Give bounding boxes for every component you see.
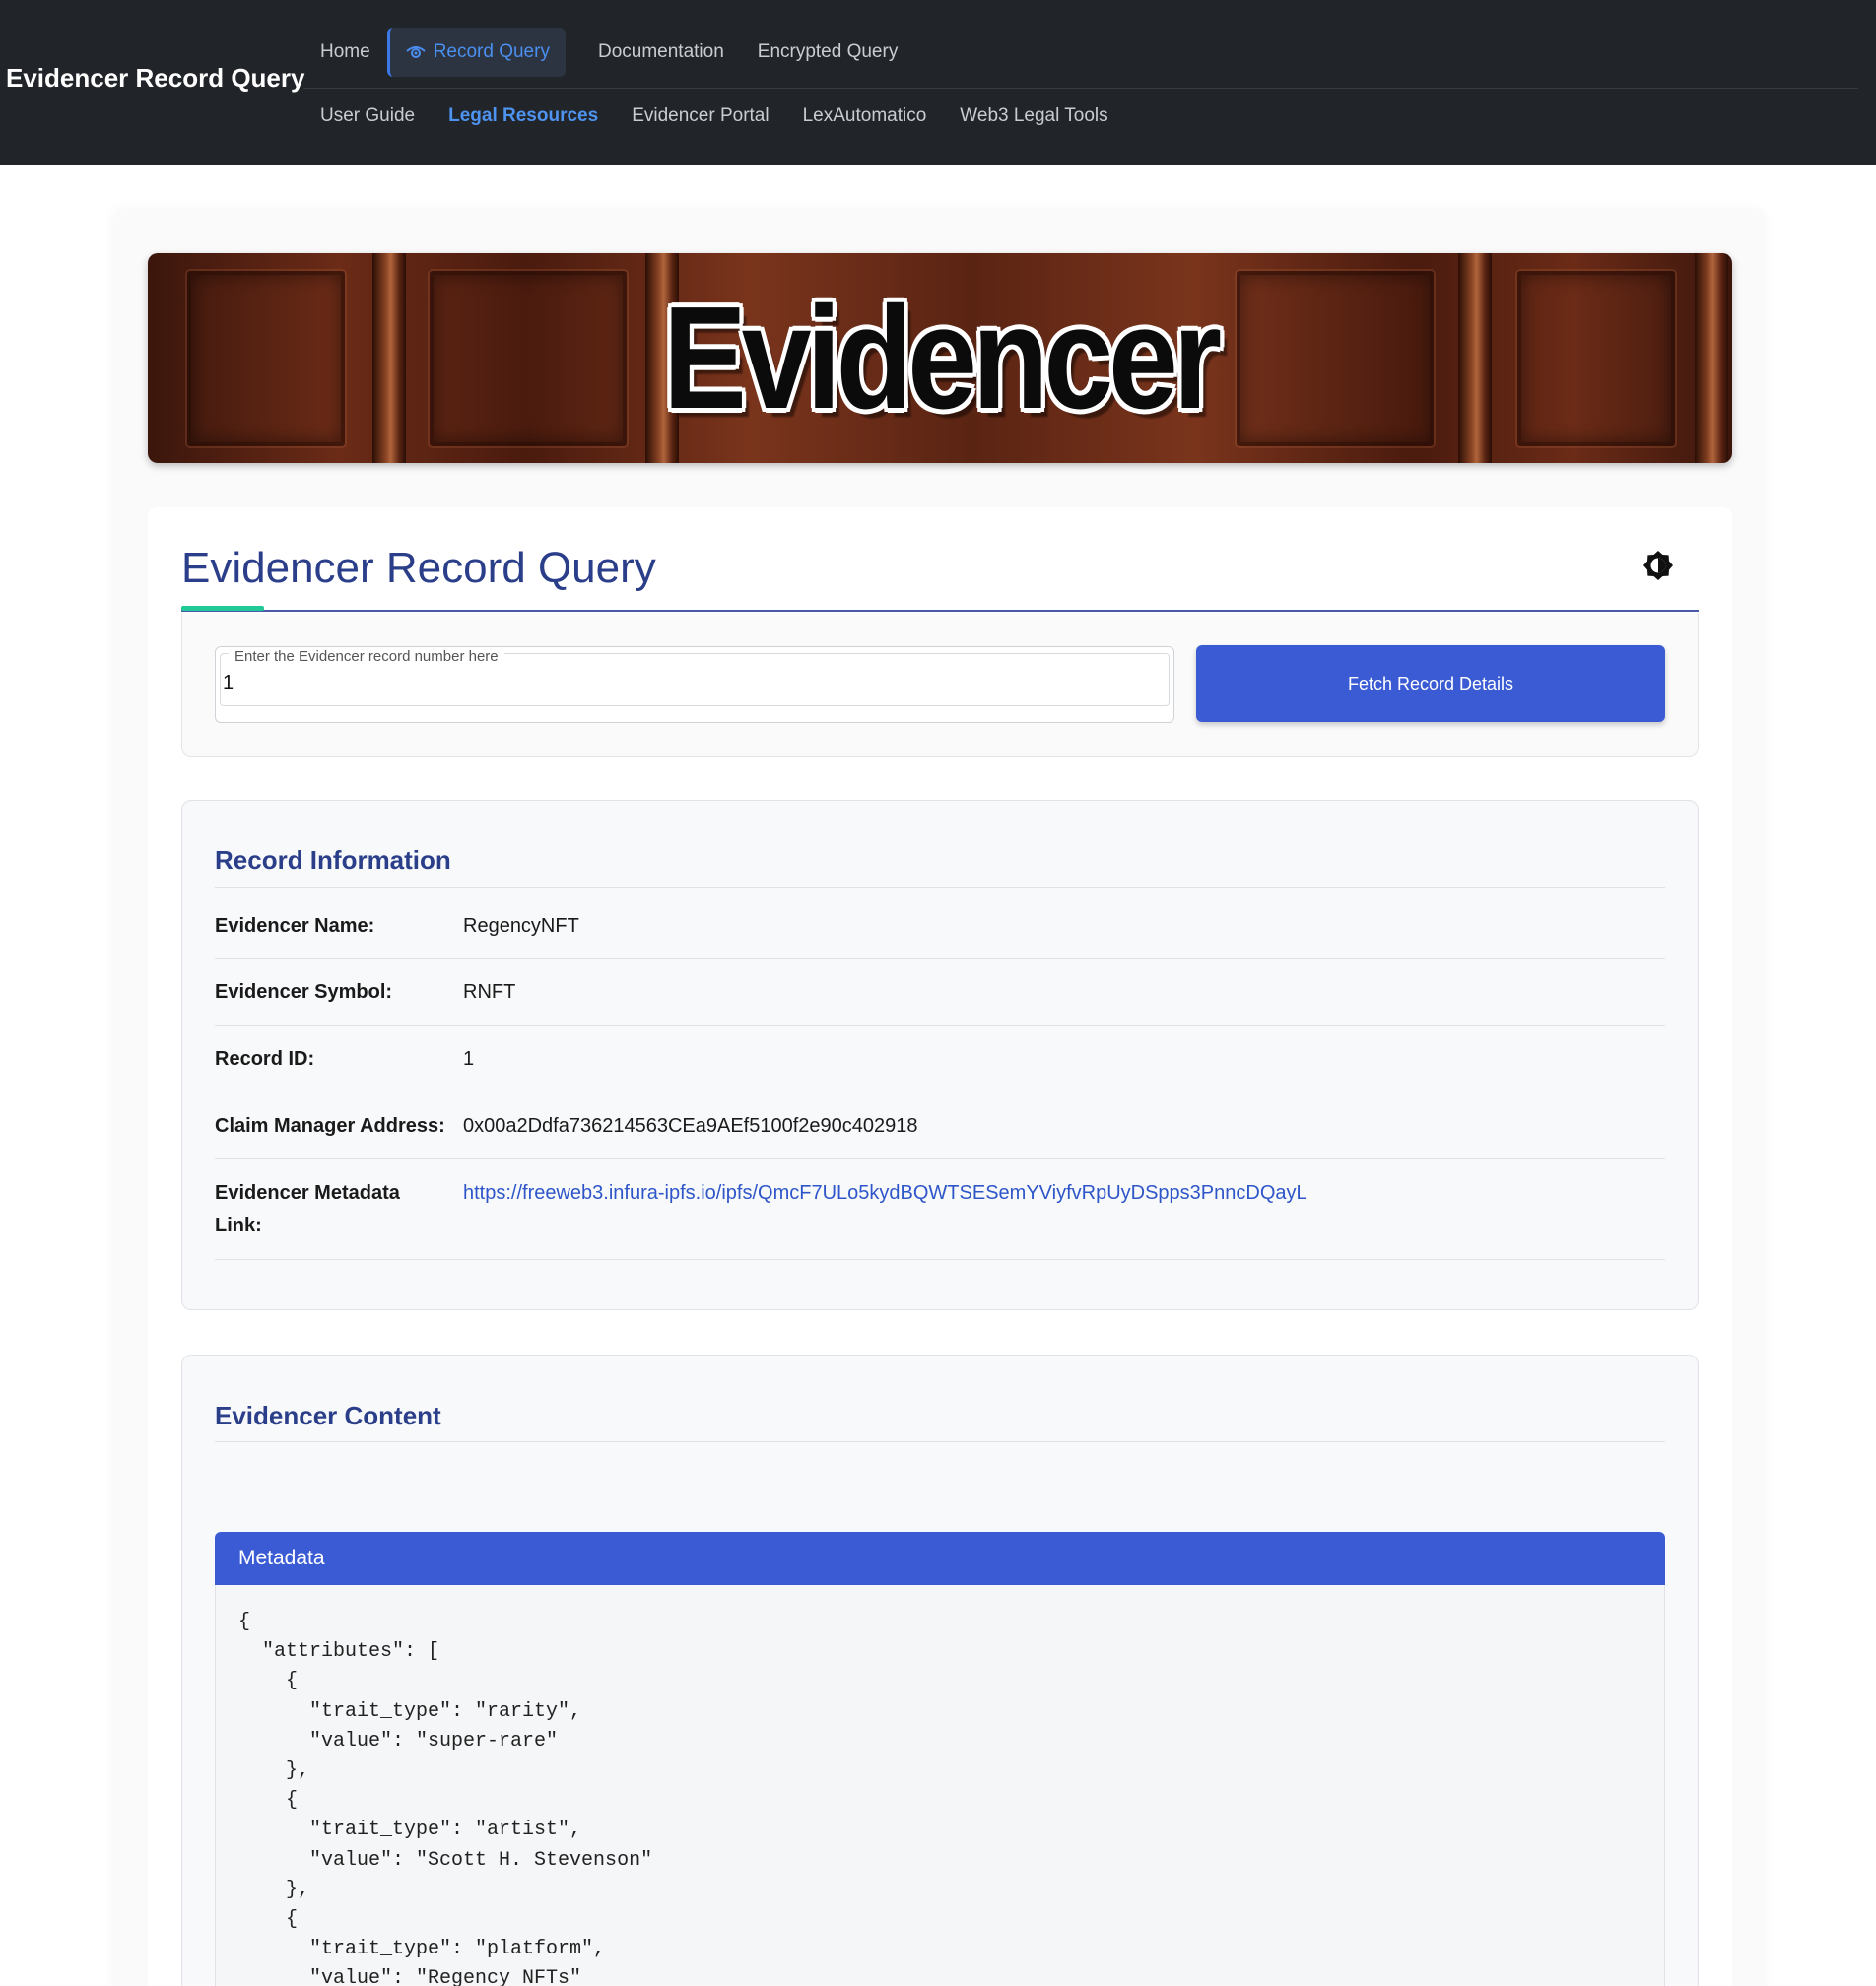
nav-row-primary: Home Record Query Documentation Encrypte… [303, 28, 914, 77]
nav-legal-resources[interactable]: Legal Resources [432, 99, 615, 134]
record-id-label: Record ID: [215, 1048, 315, 1070]
wood-pillar [1695, 253, 1728, 463]
evidencer-content-title: Evidencer Content [215, 1401, 441, 1430]
nav-record-query[interactable]: Record Query [386, 28, 566, 77]
title-accent-bar [181, 606, 264, 611]
nav-home[interactable]: Home [303, 34, 387, 70]
eye-icon [406, 42, 426, 62]
fetch-record-button[interactable]: Fetch Record Details [1196, 645, 1665, 722]
nav-evidencer-portal[interactable]: Evidencer Portal [615, 99, 785, 134]
metadata-header: Metadata [215, 1532, 1665, 1585]
record-information-title: Record Information [215, 845, 451, 875]
evidencer-name-value: RegencyNFT [463, 915, 579, 937]
metadata-json: { "attributes": [ { "trait_type": "rarit… [238, 1611, 653, 1986]
top-navbar: Evidencer Record Query Home Record Query… [0, 0, 1876, 166]
divider [215, 887, 1665, 888]
nav-divider [303, 88, 1858, 89]
record-number-input[interactable] [223, 666, 1159, 699]
nav-encrypted-query[interactable]: Encrypted Query [741, 34, 915, 70]
title-underline [181, 610, 1699, 612]
divider [215, 1158, 1665, 1159]
banner-logo-text: Evidencer [662, 276, 1222, 439]
metadata-link[interactable]: https://freeweb3.infura-ipfs.io/ipfs/Qmc… [463, 1177, 1307, 1210]
nav-documentation[interactable]: Documentation [581, 34, 741, 70]
claim-manager-address-value: 0x00a2Ddfa736214563CEa9AEf5100f2e90c4029… [463, 1115, 918, 1137]
record-number-label: Enter the Evidencer record number here [229, 648, 504, 665]
nav-web3-legal-tools[interactable]: Web3 Legal Tools [943, 99, 1124, 134]
divider [215, 1441, 1665, 1442]
evidencer-symbol-label: Evidencer Symbol: [215, 981, 393, 1003]
divider [215, 958, 1665, 959]
metadata-link-label: Evidencer Metadata Link: [215, 1182, 400, 1236]
brand-title[interactable]: Evidencer Record Query [6, 63, 304, 94]
divider [215, 1025, 1665, 1026]
nav-user-guide[interactable]: User Guide [303, 99, 432, 134]
divider [215, 1259, 1665, 1260]
nav-lexautomatico[interactable]: LexAutomatico [786, 99, 944, 134]
evidencer-banner: Evidencer [148, 253, 1732, 463]
claim-manager-address-label: Claim Manager Address: [215, 1115, 445, 1137]
record-id-value: 1 [463, 1048, 475, 1070]
evidencer-name-label: Evidencer Name: [215, 915, 375, 937]
nav-row-secondary: User Guide Legal Resources Evidencer Por… [303, 99, 1125, 134]
page-title: Evidencer Record Query [181, 544, 656, 592]
nav-record-query-label: Record Query [433, 41, 550, 62]
brightness-toggle-icon[interactable] [1642, 549, 1675, 582]
evidencer-symbol-value: RNFT [463, 981, 516, 1003]
